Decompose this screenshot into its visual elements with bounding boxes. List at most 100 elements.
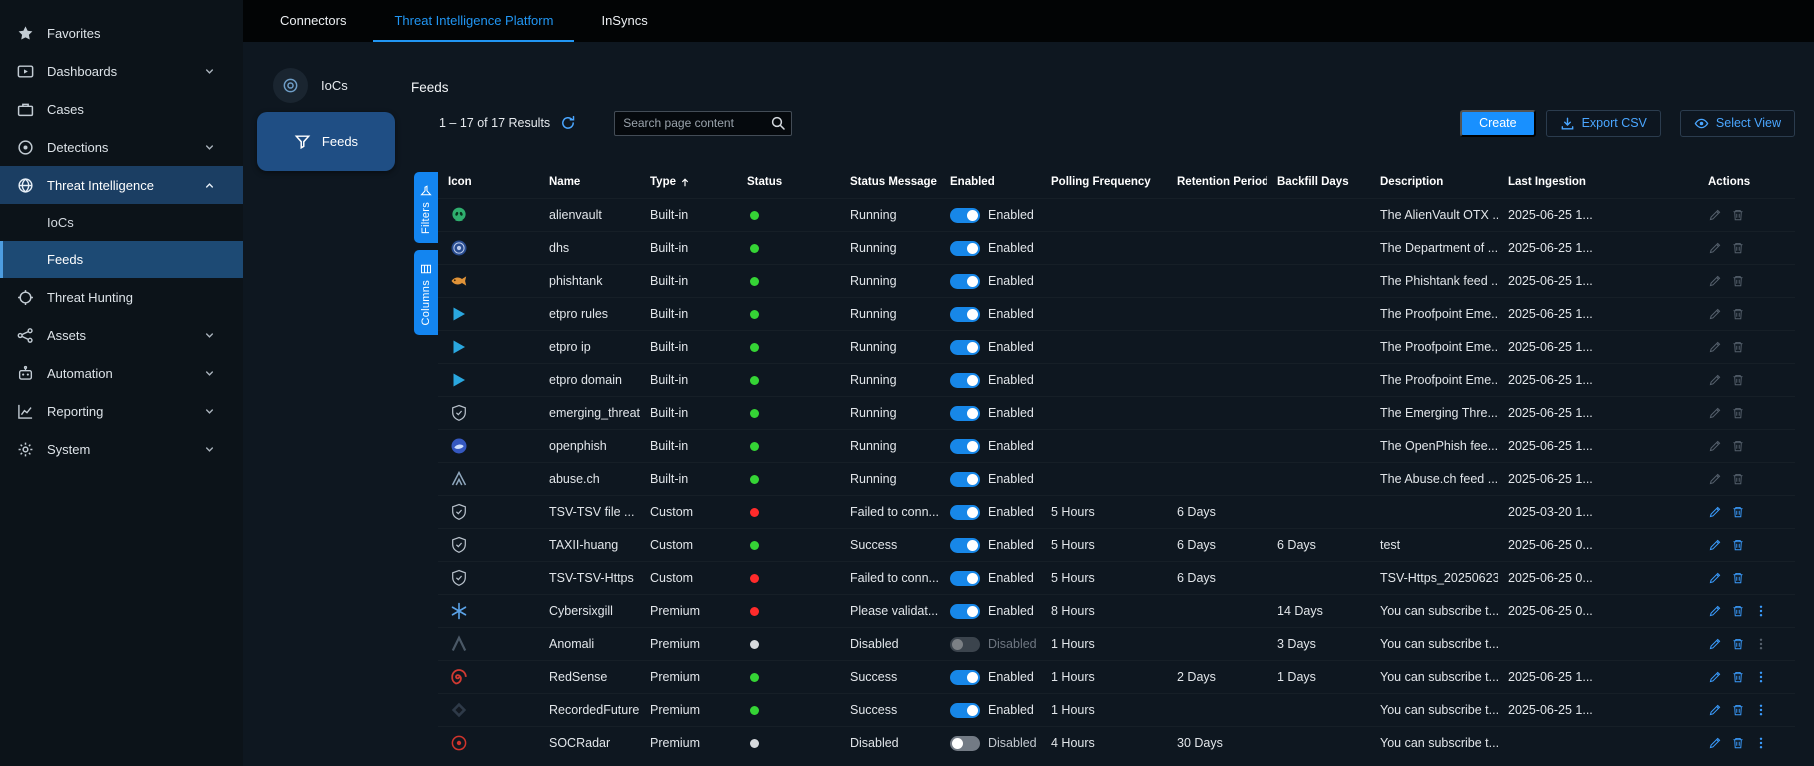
column-header-name[interactable]: Name	[539, 176, 640, 188]
delete-icon[interactable]	[1731, 274, 1745, 288]
subnav-iocs-button[interactable]: IoCs	[273, 68, 348, 103]
edit-icon[interactable]	[1708, 208, 1722, 222]
sidebar-item-automation[interactable]: Automation	[0, 354, 243, 392]
column-header-retention-period[interactable]: Retention Period	[1167, 176, 1267, 188]
search-icon[interactable]	[770, 115, 786, 131]
delete-icon[interactable]	[1731, 604, 1745, 618]
more-icon[interactable]	[1754, 703, 1768, 717]
enabled-toggle[interactable]	[950, 670, 980, 685]
delete-icon[interactable]	[1731, 571, 1745, 585]
edit-icon[interactable]	[1708, 406, 1722, 420]
edit-icon[interactable]	[1708, 604, 1722, 618]
sidebar-item-system[interactable]: System	[0, 430, 243, 468]
refresh-icon[interactable]	[560, 115, 576, 131]
edit-icon[interactable]	[1708, 241, 1722, 255]
edit-icon[interactable]	[1708, 538, 1722, 552]
more-icon[interactable]	[1754, 670, 1768, 684]
tab-threat-intelligence-platform[interactable]: Threat Intelligence Platform	[373, 0, 574, 42]
table-row[interactable]: emerging_threatBuilt-inRunningEnabledThe…	[438, 396, 1795, 429]
enabled-toggle[interactable]	[950, 736, 980, 751]
enabled-toggle[interactable]	[950, 406, 980, 421]
column-header-polling-frequency[interactable]: Polling Frequency	[1041, 176, 1167, 188]
edit-icon[interactable]	[1708, 274, 1722, 288]
delete-icon[interactable]	[1731, 241, 1745, 255]
delete-icon[interactable]	[1731, 439, 1745, 453]
enabled-toggle[interactable]	[950, 472, 980, 487]
table-row[interactable]: alienvaultBuilt-inRunningEnabledThe Alie…	[438, 198, 1795, 231]
enabled-toggle[interactable]	[950, 571, 980, 586]
table-row[interactable]: RecordedFuturePremiumSuccessEnabled1 Hou…	[438, 693, 1795, 726]
enabled-toggle[interactable]	[950, 703, 980, 718]
table-row[interactable]: dhsBuilt-inRunningEnabledThe Department …	[438, 231, 1795, 264]
edit-icon[interactable]	[1708, 703, 1722, 717]
enabled-toggle[interactable]	[950, 637, 980, 652]
table-row[interactable]: etpro rulesBuilt-inRunningEnabledThe Pro…	[438, 297, 1795, 330]
table-row[interactable]: abuse.chBuilt-inRunningEnabledThe Abuse.…	[438, 462, 1795, 495]
enabled-toggle[interactable]	[950, 538, 980, 553]
delete-icon[interactable]	[1731, 736, 1745, 750]
table-row[interactable]: phishtankBuilt-inRunningEnabledThe Phish…	[438, 264, 1795, 297]
sidebar-item-reporting[interactable]: Reporting	[0, 392, 243, 430]
table-row[interactable]: TAXII-huangCustomSuccessEnabled5 Hours6 …	[438, 528, 1795, 561]
delete-icon[interactable]	[1731, 505, 1745, 519]
edit-icon[interactable]	[1708, 736, 1722, 750]
sidebar-item-dashboards[interactable]: Dashboards	[0, 52, 243, 90]
tab-insyncs[interactable]: InSyncs	[580, 0, 668, 42]
delete-icon[interactable]	[1731, 472, 1745, 486]
table-row[interactable]: RedSensePremiumSuccessEnabled1 Hours2 Da…	[438, 660, 1795, 693]
table-row[interactable]: TSV-TSV-HttpsCustomFailed to conn...Enab…	[438, 561, 1795, 594]
enabled-toggle[interactable]	[950, 604, 980, 619]
table-row[interactable]: etpro ipBuilt-inRunningEnabledThe Proofp…	[438, 330, 1795, 363]
select-view-button[interactable]: Select View	[1680, 110, 1795, 137]
sidebar-item-favorites[interactable]: Favorites	[0, 14, 243, 52]
delete-icon[interactable]	[1731, 703, 1745, 717]
more-icon[interactable]	[1754, 736, 1768, 750]
column-header-enabled[interactable]: Enabled	[940, 176, 1041, 188]
table-row[interactable]: CybersixgillPremiumPlease validat...Enab…	[438, 594, 1795, 627]
edit-icon[interactable]	[1708, 472, 1722, 486]
delete-icon[interactable]	[1731, 637, 1745, 651]
edit-icon[interactable]	[1708, 505, 1722, 519]
column-header-status[interactable]: Status	[737, 176, 840, 188]
export-csv-button[interactable]: Export CSV	[1546, 110, 1661, 137]
table-row[interactable]: AnomaliPremiumDisabledDisabled1 Hours3 D…	[438, 627, 1795, 660]
enabled-toggle[interactable]	[950, 241, 980, 256]
create-button[interactable]: Create	[1460, 110, 1536, 137]
table-row[interactable]: openphishBuilt-inRunningEnabledThe OpenP…	[438, 429, 1795, 462]
subnav-feeds-button[interactable]: Feeds	[257, 112, 395, 171]
edit-icon[interactable]	[1708, 340, 1722, 354]
more-icon[interactable]	[1754, 604, 1768, 618]
edit-icon[interactable]	[1708, 307, 1722, 321]
table-row[interactable]: SOCRadarPremiumDisabledDisabled4 Hours30…	[438, 726, 1795, 759]
search-input[interactable]	[614, 111, 792, 136]
delete-icon[interactable]	[1731, 340, 1745, 354]
enabled-toggle[interactable]	[950, 373, 980, 388]
columns-tab[interactable]: Columns	[414, 250, 438, 335]
enabled-toggle[interactable]	[950, 274, 980, 289]
tab-connectors[interactable]: Connectors	[259, 0, 367, 42]
filters-tab[interactable]: Filters	[414, 172, 438, 243]
more-icon[interactable]	[1754, 637, 1768, 651]
sidebar-item-detections[interactable]: Detections	[0, 128, 243, 166]
column-header-backfill-days[interactable]: Backfill Days	[1267, 176, 1370, 188]
sidebar-item-assets[interactable]: Assets	[0, 316, 243, 354]
sidebar-subitem-iocs[interactable]: IoCs	[0, 204, 243, 241]
delete-icon[interactable]	[1731, 406, 1745, 420]
column-header-last-ingestion[interactable]: Last Ingestion	[1498, 176, 1698, 188]
table-row[interactable]: TSV-TSV file ...CustomFailed to conn...E…	[438, 495, 1795, 528]
edit-icon[interactable]	[1708, 373, 1722, 387]
table-row[interactable]: etpro domainBuilt-inRunningEnabledThe Pr…	[438, 363, 1795, 396]
enabled-toggle[interactable]	[950, 208, 980, 223]
enabled-toggle[interactable]	[950, 439, 980, 454]
delete-icon[interactable]	[1731, 208, 1745, 222]
enabled-toggle[interactable]	[950, 307, 980, 322]
column-header-description[interactable]: Description	[1370, 176, 1498, 188]
delete-icon[interactable]	[1731, 307, 1745, 321]
iocs-circle[interactable]	[273, 68, 308, 103]
column-header-actions[interactable]: Actions	[1698, 176, 1795, 188]
column-header-icon[interactable]: Icon	[438, 176, 539, 188]
enabled-toggle[interactable]	[950, 505, 980, 520]
edit-icon[interactable]	[1708, 439, 1722, 453]
sidebar-item-threat-intelligence[interactable]: Threat Intelligence	[0, 166, 243, 204]
sidebar-item-cases[interactable]: Cases	[0, 90, 243, 128]
